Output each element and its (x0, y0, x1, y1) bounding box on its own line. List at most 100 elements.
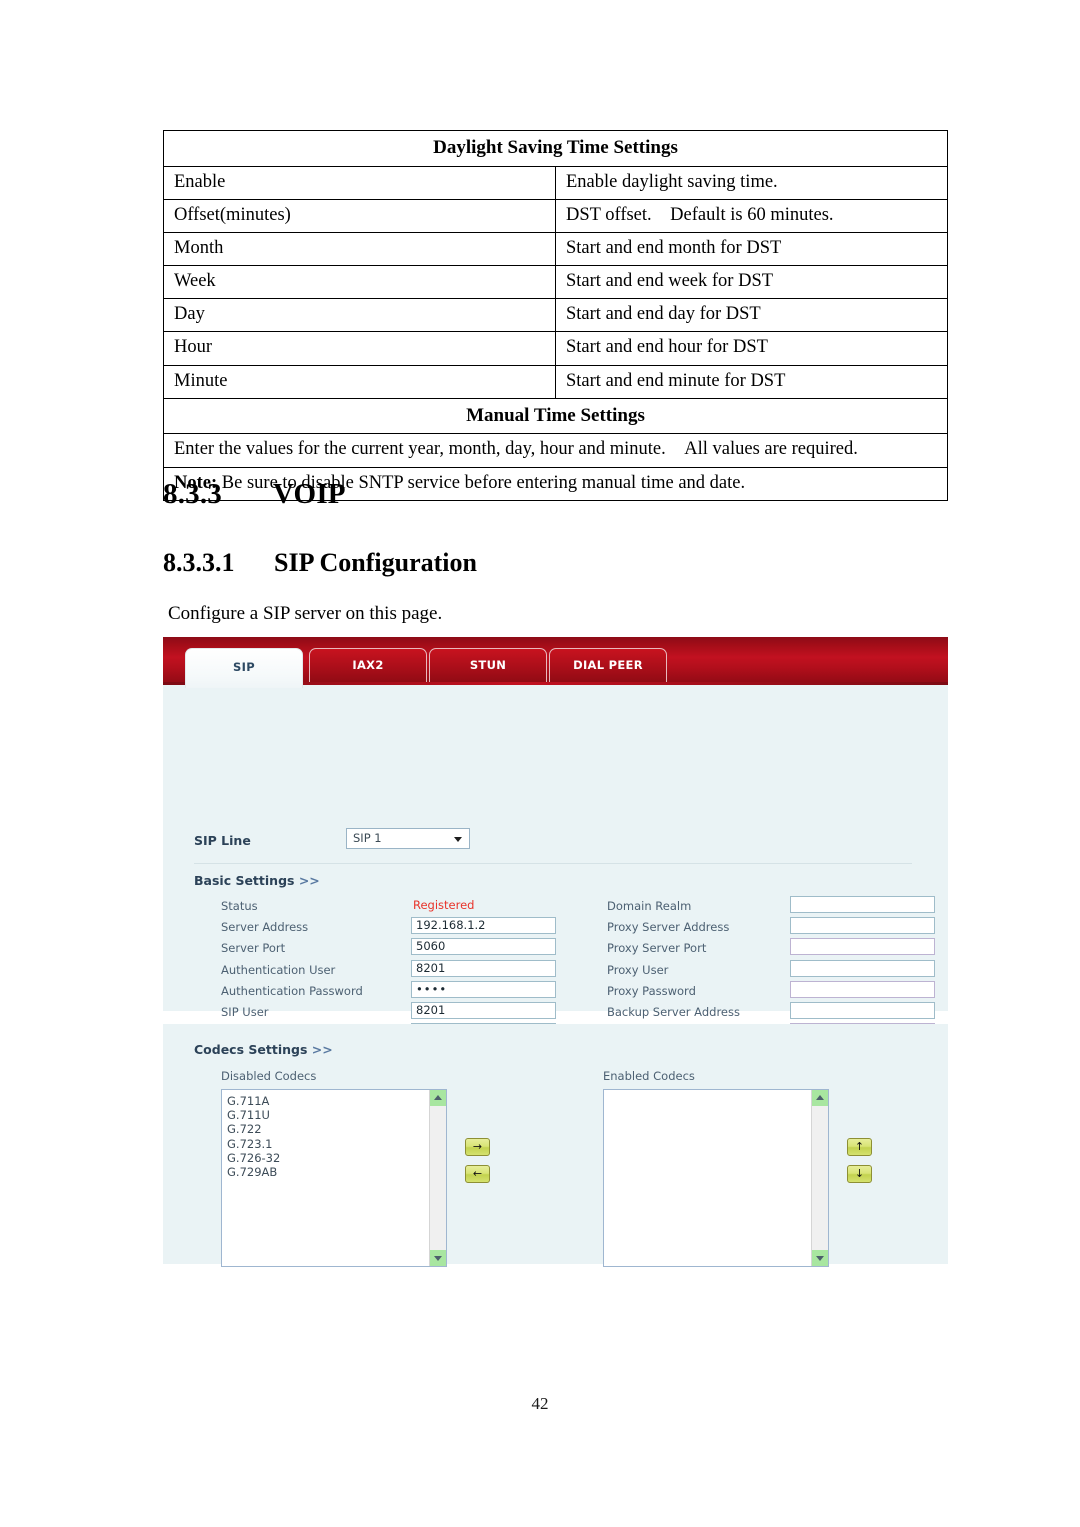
codecs-settings-panel: Codecs Settings >> Disabled Codecs G.711… (163, 1024, 948, 1267)
status-badge-registered: Registered (413, 898, 475, 912)
enabled-codecs-label: Enabled Codecs (603, 1069, 695, 1083)
table-row: Day Start and end day for DST (163, 298, 948, 333)
move-left-button[interactable]: ← (465, 1165, 490, 1183)
field-label-backup-server-address: Backup Server Address (607, 1004, 740, 1019)
row-key: Offset(minutes) (163, 198, 556, 234)
disabled-codecs-listbox[interactable]: G.711A G.711U G.722 G.723.1 G.726-32 G.7… (221, 1089, 447, 1267)
table-section-header-row: Manual Time Settings (163, 397, 948, 435)
table-row: Minute Start and end minute for DST (163, 364, 948, 399)
move-up-button[interactable]: ↑ (847, 1138, 872, 1156)
field-label-authentication-password: Authentication Password (221, 983, 363, 998)
field-row-server-address: Server Address 192.168.1.2 (221, 917, 556, 938)
tab-dial-peer[interactable]: DIAL PEER (549, 648, 667, 685)
sip-line-select[interactable]: SIP 1 (346, 828, 470, 849)
sip-user-input[interactable]: 8201 (411, 1001, 556, 1019)
row-description: Start and end month for DST (555, 231, 948, 267)
list-item[interactable]: G.726-32 (227, 1151, 280, 1165)
manual-time-instruction: Enter the values for the current year, m… (163, 433, 948, 468)
field-row-sip-user: SIP User 8201 (221, 1001, 556, 1023)
sip-line-label: SIP Line (194, 833, 251, 848)
field-row-proxy-server-port: Proxy Server Port (607, 938, 935, 959)
field-label-proxy-server-port: Proxy Server Port (607, 941, 707, 956)
heading-sip-number: 8.3.3.1 (163, 548, 235, 577)
row-description: DST offset. Default is 60 minutes. (555, 198, 948, 234)
heading-voip-number: 8.3.3 (163, 478, 222, 510)
field-label-sip-user: SIP User (221, 1004, 269, 1019)
list-item[interactable]: G.711U (227, 1108, 280, 1122)
tab-iax2[interactable]: IAX2 (309, 648, 427, 685)
row-description: Start and end day for DST (555, 298, 948, 333)
proxy-server-port-input[interactable] (790, 938, 935, 956)
table-row: Month Start and end month for DST (163, 231, 948, 267)
table-row: Offset(minutes) DST offset. Default is 6… (163, 198, 948, 234)
heading-sip-title: SIP Configuration (274, 548, 477, 577)
section-header-daylight: Daylight Saving Time Settings (163, 130, 948, 167)
field-row-proxy-user: Proxy User (607, 959, 935, 981)
enabled-codecs-listbox[interactable] (603, 1089, 829, 1267)
sip-line-row: SIP Line SIP 1 (194, 828, 912, 858)
domain-realm-input[interactable] (790, 896, 935, 913)
list-item[interactable]: G.711A (227, 1094, 280, 1108)
section-header-manual-time: Manual Time Settings (163, 397, 948, 435)
codecs-settings-title-text: Codecs Settings (194, 1042, 308, 1057)
field-label-proxy-user: Proxy User (607, 962, 669, 977)
body-paragraph: Configure a SIP server on this page. (168, 603, 443, 624)
list-item[interactable]: G.722 (227, 1122, 280, 1136)
enabled-codecs-scrollbar[interactable] (811, 1090, 828, 1266)
field-row-domain-realm: Domain Realm (607, 896, 935, 917)
basic-settings-chevron: >> (298, 873, 320, 888)
row-key: Hour (163, 331, 556, 366)
disabled-codecs-items: G.711A G.711U G.722 G.723.1 G.726-32 G.7… (227, 1094, 280, 1179)
move-down-button[interactable]: ↓ (847, 1165, 872, 1183)
field-label-domain-realm: Domain Realm (607, 899, 692, 913)
row-key: Week (163, 265, 556, 300)
daylight-saving-settings-table: Daylight Saving Time Settings Enable Ena… (163, 130, 948, 501)
tab-bar: SIP IAX2 STUN DIAL PEER (163, 637, 948, 688)
table-body: Daylight Saving Time Settings Enable Ena… (163, 130, 948, 501)
field-label-server-address: Server Address (221, 920, 309, 935)
move-right-button[interactable]: → (465, 1138, 490, 1156)
field-row-server-port: Server Port 5060 (221, 938, 556, 959)
authentication-user-input[interactable]: 8201 (411, 959, 556, 977)
page-number: 42 (531, 1394, 549, 1413)
row-description: Start and end week for DST (555, 265, 948, 300)
heading-voip-title: VOIP (273, 478, 346, 510)
chevron-down-icon (454, 837, 462, 842)
table-row: Enter the values for the current year, m… (163, 433, 948, 468)
scroll-up-icon[interactable] (812, 1090, 828, 1106)
sip-configuration-screenshot: SIP IAX2 STUN DIAL PEER SIP Line SIP 1 B… (163, 637, 948, 1297)
divider (194, 863, 912, 864)
row-description: Start and end hour for DST (555, 331, 948, 366)
row-key: Minute (163, 364, 556, 399)
basic-settings-title: Basic Settings >> (194, 873, 320, 888)
scroll-up-icon[interactable] (430, 1090, 446, 1106)
list-item[interactable]: G.723.1 (227, 1137, 280, 1151)
authentication-password-input[interactable]: •••• (411, 980, 556, 998)
list-item[interactable]: G.729AB (227, 1165, 280, 1179)
field-row-backup-server-address: Backup Server Address (607, 1001, 935, 1023)
tab-stun[interactable]: STUN (429, 648, 547, 685)
field-label-status: Status (221, 899, 258, 913)
table-row: Week Start and end week for DST (163, 265, 948, 300)
codecs-settings-title: Codecs Settings >> (194, 1042, 333, 1057)
scroll-down-icon[interactable] (430, 1250, 446, 1266)
field-row-authentication-password: Authentication Password •••• (221, 980, 556, 1002)
proxy-password-input[interactable] (790, 980, 935, 998)
tab-sip[interactable]: SIP (185, 648, 303, 688)
codecs-settings-chevron: >> (311, 1042, 333, 1057)
row-description: Start and end minute for DST (555, 364, 948, 399)
field-row-authentication-user: Authentication User 8201 (221, 959, 556, 981)
server-address-input[interactable]: 192.168.1.2 (411, 917, 556, 935)
disabled-codecs-scrollbar[interactable] (429, 1090, 446, 1266)
proxy-user-input[interactable] (790, 959, 935, 977)
backup-server-address-input[interactable] (790, 1001, 935, 1019)
field-label-server-port: Server Port (221, 941, 286, 956)
proxy-server-address-input[interactable] (790, 917, 935, 935)
table-row: Hour Start and end hour for DST (163, 331, 948, 366)
table-section-header-row: Daylight Saving Time Settings (163, 130, 948, 167)
row-key: Day (163, 298, 556, 333)
scroll-down-icon[interactable] (812, 1250, 828, 1266)
server-port-input[interactable]: 5060 (411, 938, 556, 956)
field-row-proxy-password: Proxy Password (607, 980, 935, 1002)
field-label-authentication-user: Authentication User (221, 962, 336, 977)
